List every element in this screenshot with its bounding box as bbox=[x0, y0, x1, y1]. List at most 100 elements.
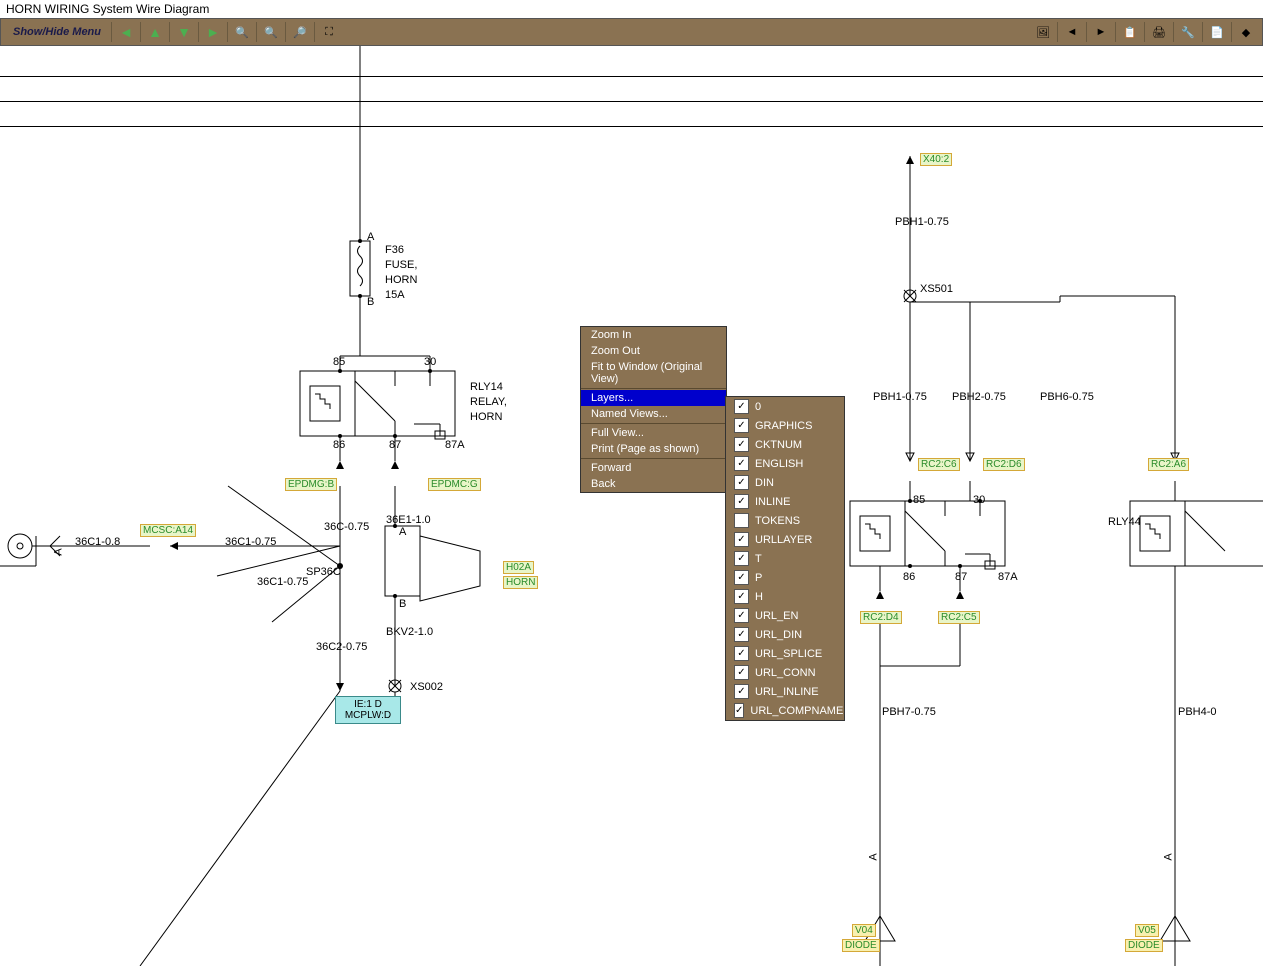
cm-full-view[interactable]: Full View... bbox=[581, 425, 726, 441]
rly14-86: 86 bbox=[333, 439, 345, 451]
checkbox-icon[interactable]: ✓ bbox=[734, 475, 749, 490]
layer-item-5[interactable]: ✓INLINE bbox=[726, 492, 844, 511]
nav-left-icon[interactable]: ◄ bbox=[116, 22, 136, 42]
tool1-icon[interactable]: 📋 bbox=[1120, 22, 1140, 42]
rly14-87: 87 bbox=[389, 439, 401, 451]
diode1[interactable]: DIODE bbox=[842, 939, 880, 952]
layer-item-0[interactable]: ✓0 bbox=[726, 397, 844, 416]
cm-named-views[interactable]: Named Views... bbox=[581, 406, 726, 422]
layer-item-10[interactable]: ✓H bbox=[726, 587, 844, 606]
conn-xs002: XS002 bbox=[410, 681, 443, 693]
layer-item-3[interactable]: ✓ ENGLISH bbox=[726, 454, 844, 473]
cm-print[interactable]: Print (Page as shown) bbox=[581, 441, 726, 457]
link-rc2a6[interactable]: RC2:A6 bbox=[1148, 458, 1189, 471]
checkbox-icon[interactable]: ✓ bbox=[734, 532, 749, 547]
checkbox-icon[interactable]: ✓ bbox=[734, 627, 749, 642]
layer-label: URLLAYER bbox=[755, 534, 812, 546]
checkbox-icon[interactable]: ✓ bbox=[734, 684, 749, 699]
checkbox-icon[interactable]: ✓ bbox=[734, 399, 749, 414]
layer-item-2[interactable]: ✓CKTNUM bbox=[726, 435, 844, 454]
nav-right-icon[interactable]: ► bbox=[203, 22, 223, 42]
target-ie1d[interactable]: IE:1 DMCPLW:D bbox=[335, 696, 401, 724]
layer-item-4[interactable]: ✓ DIN bbox=[726, 473, 844, 492]
image-icon[interactable]: 🖼 bbox=[1033, 22, 1053, 42]
list-icon[interactable]: 📄 bbox=[1207, 22, 1227, 42]
wire-pbh1a: PBH1-0.75 bbox=[895, 216, 949, 228]
link-epdmg[interactable]: EPDMG:B bbox=[285, 478, 337, 491]
layer-item-7[interactable]: ✓ URLLAYER bbox=[726, 530, 844, 549]
wire-36c-075: 36C-0.75 bbox=[324, 521, 369, 533]
context-menu[interactable]: Zoom In Zoom Out Fit to Window (Original… bbox=[580, 326, 727, 493]
checkbox-icon[interactable]: ✓ bbox=[734, 551, 749, 566]
cm-zoom-out[interactable]: Zoom Out bbox=[581, 343, 726, 359]
layers-submenu[interactable]: ✓0✓GRAPHICS✓CKTNUM✓ENGLISH✓DIN✓INLINETOK… bbox=[725, 396, 845, 721]
print-icon[interactable]: 🖨 bbox=[1149, 22, 1169, 42]
v05[interactable]: V05 bbox=[1135, 924, 1159, 937]
layer-item-11[interactable]: ✓URL_EN bbox=[726, 606, 844, 625]
cm-layers[interactable]: Layers... bbox=[581, 390, 726, 406]
cm-fit[interactable]: Fit to Window (Original View) bbox=[581, 359, 726, 387]
diode2[interactable]: DIODE bbox=[1125, 939, 1163, 952]
nav-up-icon[interactable]: ▲ bbox=[145, 22, 165, 42]
show-hide-menu-button[interactable]: Show/Hide Menu bbox=[5, 26, 109, 38]
layer-label: ENGLISH bbox=[755, 458, 803, 470]
wire-36c2: 36C2-0.75 bbox=[316, 641, 367, 653]
checkbox-icon[interactable]: ✓ bbox=[734, 570, 749, 585]
checkbox-icon[interactable]: ✓ bbox=[734, 589, 749, 604]
fit-window-icon[interactable]: ⛶ bbox=[319, 22, 339, 42]
diagram-canvas[interactable]: A B F36 FUSE, HORN 15A 85 30 86 87 87A R… bbox=[0, 46, 1263, 966]
wire-36c1-08: 36C1-0.8 bbox=[75, 536, 120, 548]
forward-icon[interactable]: ► bbox=[1091, 22, 1111, 42]
link-rc2c5[interactable]: RC2:C5 bbox=[938, 611, 980, 624]
checkbox-icon[interactable]: ✓ bbox=[734, 646, 749, 661]
checkbox-icon[interactable]: ✓ bbox=[734, 608, 749, 623]
layer-item-14[interactable]: ✓URL_CONN bbox=[726, 663, 844, 682]
wire-pbh7: PBH7-0.75 bbox=[882, 706, 936, 718]
zoom-tool-icon[interactable]: 🔎 bbox=[290, 22, 310, 42]
link-rc2d4[interactable]: RC2:D4 bbox=[860, 611, 902, 624]
conn-x40[interactable]: X40:2 bbox=[920, 153, 952, 166]
rly-p30: 30 bbox=[973, 494, 985, 506]
layer-item-16[interactable]: ✓URL_COMPNAME bbox=[726, 701, 844, 720]
layer-item-12[interactable]: ✓ URL_DIN bbox=[726, 625, 844, 644]
rly14-name: RELAY, bbox=[470, 396, 507, 408]
cm-zoom-in[interactable]: Zoom In bbox=[581, 327, 726, 343]
zoom-out-icon[interactable]: 🔍 bbox=[261, 22, 281, 42]
tool3-icon[interactable]: ◆ bbox=[1236, 22, 1256, 42]
layer-label: GRAPHICS bbox=[755, 420, 812, 432]
checkbox-icon[interactable]: ✓ bbox=[734, 437, 749, 452]
layer-label: URL_INLINE bbox=[755, 686, 819, 698]
zoom-in-icon[interactable]: 🔍 bbox=[232, 22, 252, 42]
fuse-pin-a: A bbox=[367, 231, 374, 243]
link-rc2d6[interactable]: RC2:D6 bbox=[983, 458, 1025, 471]
checkbox-icon[interactable] bbox=[734, 513, 749, 528]
horn-id[interactable]: H02A bbox=[503, 561, 534, 574]
fuse-id: F36 bbox=[385, 244, 404, 256]
nav-down-icon[interactable]: ▼ bbox=[174, 22, 194, 42]
wire-36e1: 36E1-1.0 bbox=[386, 514, 431, 526]
cm-forward[interactable]: Forward bbox=[581, 460, 726, 476]
link-epdmc[interactable]: EPDMC:G bbox=[428, 478, 481, 491]
link-rc2c6[interactable]: RC2:C6 bbox=[918, 458, 960, 471]
back-icon[interactable]: ◄ bbox=[1062, 22, 1082, 42]
horn-name[interactable]: HORN bbox=[503, 576, 538, 589]
link-mcsc[interactable]: MCSC:A14 bbox=[140, 524, 196, 537]
checkbox-icon[interactable]: ✓ bbox=[734, 494, 749, 509]
layer-label: DIN bbox=[755, 477, 774, 489]
v04[interactable]: V04 bbox=[852, 924, 876, 937]
layer-item-9[interactable]: ✓P bbox=[726, 568, 844, 587]
layer-item-15[interactable]: ✓ URL_INLINE bbox=[726, 682, 844, 701]
layer-item-13[interactable]: ✓URL_SPLICE bbox=[726, 644, 844, 663]
layer-item-1[interactable]: ✓ GRAPHICS bbox=[726, 416, 844, 435]
toolbar: Show/Hide Menu ◄ ▲ ▼ ► 🔍 🔍 🔎 ⛶ 🖼 ◄ ► 📋 🖨… bbox=[0, 18, 1263, 46]
tool2-icon[interactable]: 🔧 bbox=[1178, 22, 1198, 42]
fuse-pin-b: B bbox=[367, 296, 374, 308]
checkbox-icon[interactable]: ✓ bbox=[734, 418, 749, 433]
checkbox-icon[interactable]: ✓ bbox=[734, 703, 744, 718]
layer-label: URL_DIN bbox=[755, 629, 802, 641]
layer-item-6[interactable]: TOKENS bbox=[726, 511, 844, 530]
cm-back[interactable]: Back bbox=[581, 476, 726, 492]
checkbox-icon[interactable]: ✓ bbox=[734, 456, 749, 471]
layer-item-8[interactable]: ✓T bbox=[726, 549, 844, 568]
checkbox-icon[interactable]: ✓ bbox=[734, 665, 749, 680]
